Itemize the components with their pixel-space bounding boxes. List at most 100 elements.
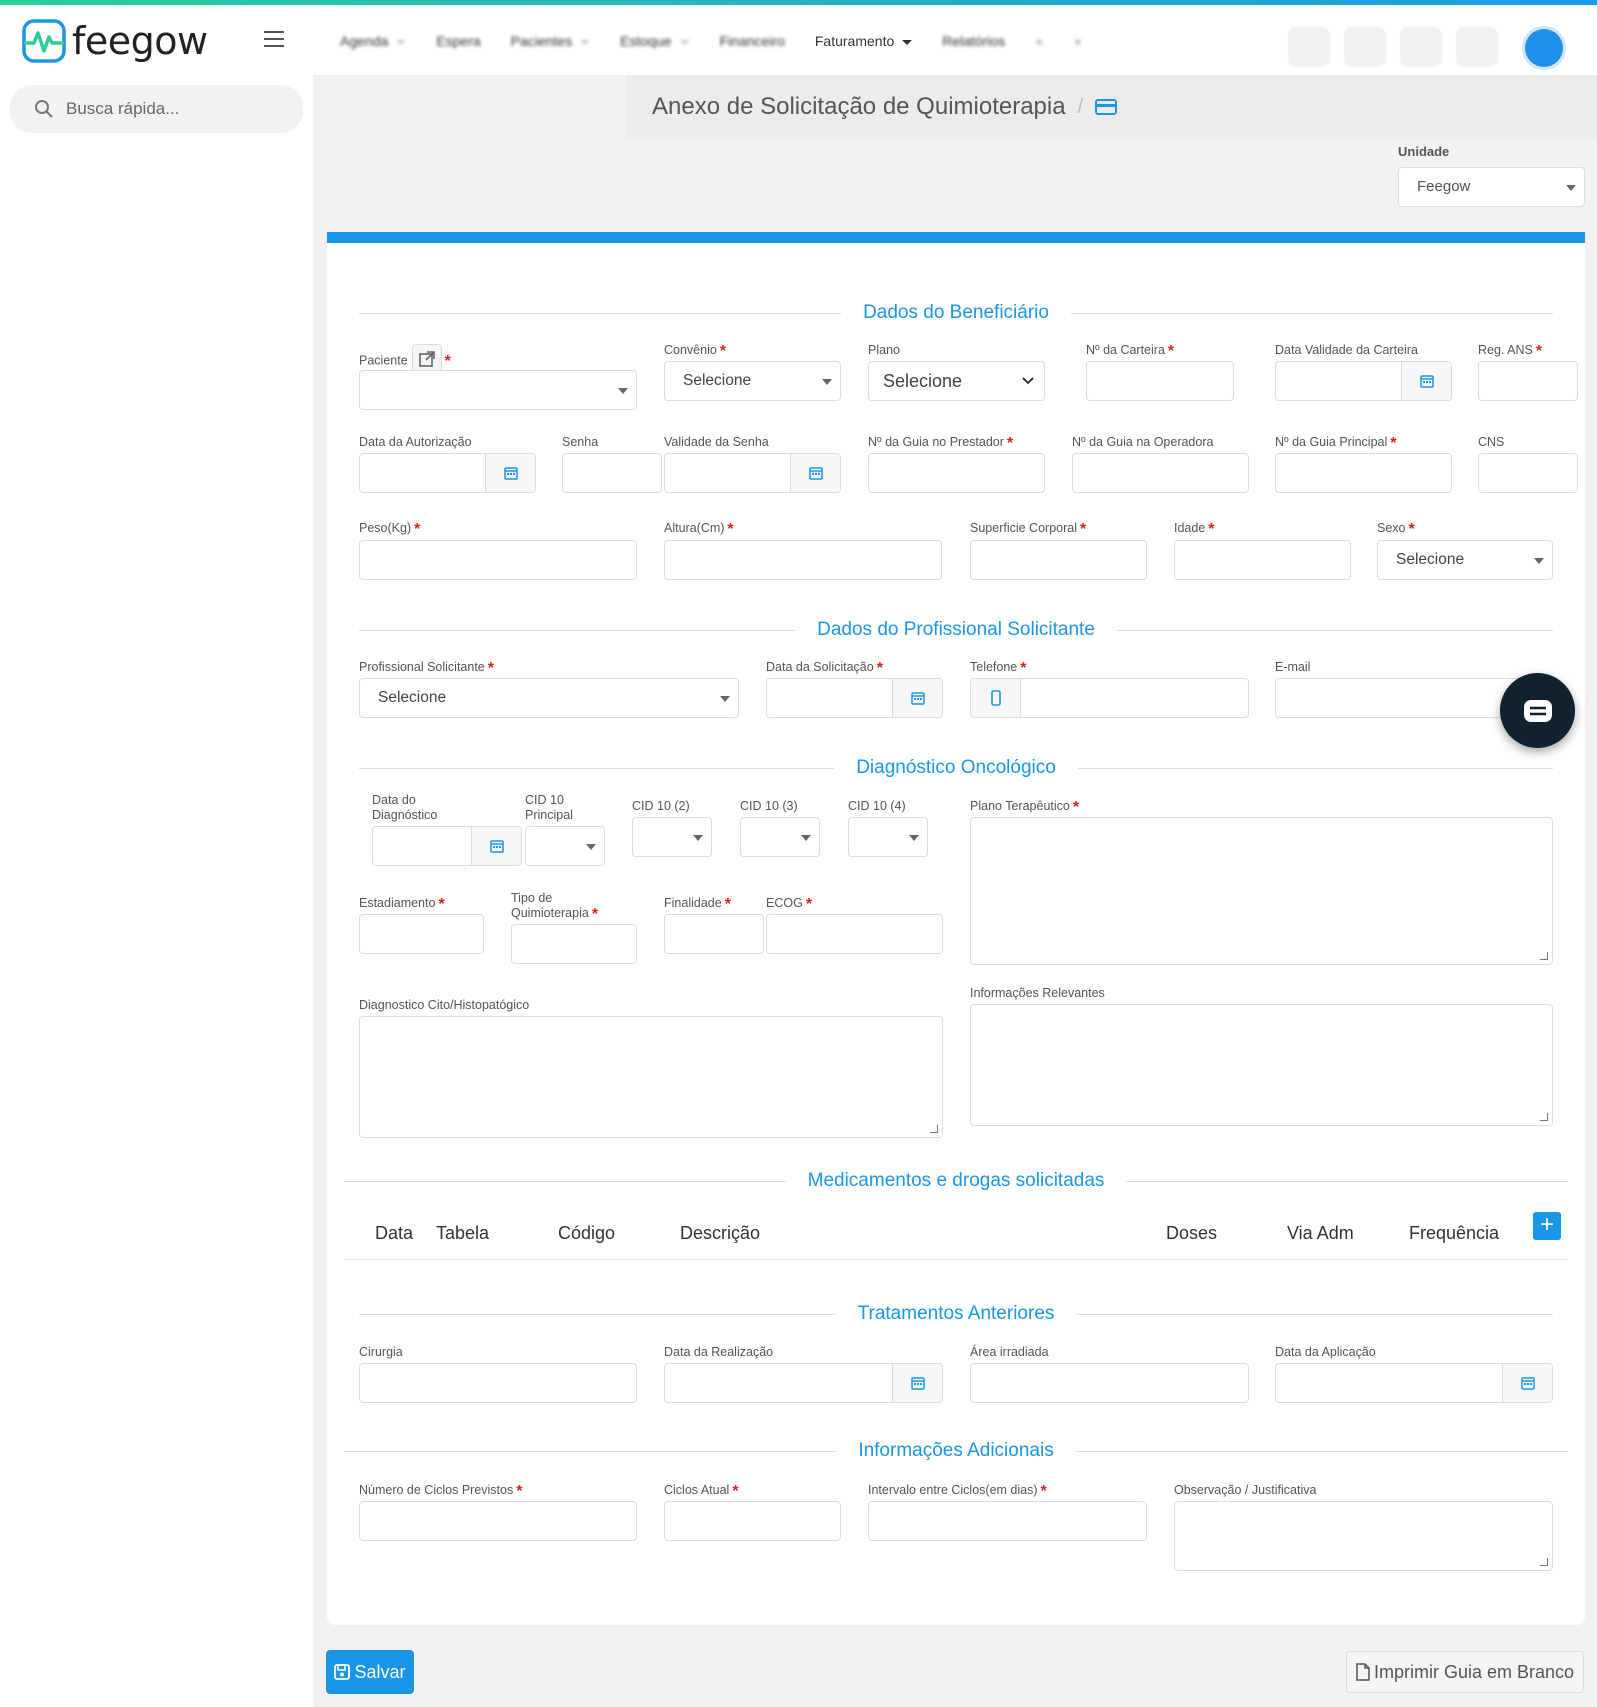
paciente-select[interactable] <box>359 370 637 410</box>
label-tipo-quimio: Tipo de Quimioterapia * <box>511 891 599 923</box>
credit-card-icon <box>1095 99 1118 115</box>
chevron-down-icon <box>618 388 628 394</box>
save-button[interactable]: Salvar <box>326 1650 414 1694</box>
label-validade-senha: Validade da Senha <box>664 435 769 449</box>
nav-item-financeiro[interactable]: Financeiro <box>720 33 785 49</box>
chevron-down-icon <box>1534 558 1544 564</box>
idade-input[interactable] <box>1174 540 1351 580</box>
cns-input[interactable] <box>1478 453 1578 493</box>
carteira-input[interactable] <box>1086 361 1234 401</box>
label-data-realizacao: Data da Realização <box>664 1345 774 1359</box>
top-action-icons <box>1288 27 1498 67</box>
diag-cito-textarea[interactable] <box>359 1016 943 1138</box>
label-data-aplicacao: Data da Aplicação <box>1275 1345 1376 1359</box>
altura-input[interactable] <box>664 540 942 580</box>
nav-item-pacientes[interactable]: Pacientes <box>511 33 591 49</box>
add-medication-button[interactable]: + <box>1533 1212 1561 1240</box>
section-beneficiario: Dados do Beneficiário <box>359 301 1554 325</box>
bell-icon[interactable] <box>1400 27 1442 67</box>
nav-dot-icon[interactable]: ● <box>1074 33 1082 49</box>
sexo-select[interactable]: Selecione <box>1377 540 1553 580</box>
data-aplicacao-input[interactable] <box>1275 1363 1553 1403</box>
label-finalidade: Finalidade * <box>664 896 731 913</box>
nav-dot-icon[interactable]: ● <box>1035 33 1043 49</box>
label-observacao: Observação / Justificativa <box>1174 1483 1317 1497</box>
calendar-icon[interactable] <box>471 827 521 865</box>
calendar-icon[interactable] <box>1401 362 1451 400</box>
floppy-disk-icon <box>334 1664 351 1680</box>
nav-item-faturamento[interactable]: Faturamento <box>815 33 913 49</box>
finalidade-input[interactable] <box>664 914 764 954</box>
intervalo-input[interactable] <box>868 1501 1147 1541</box>
cid4-select[interactable] <box>848 817 928 857</box>
area-irradiada-input[interactable] <box>970 1363 1249 1403</box>
data-realizacao-input[interactable] <box>664 1363 943 1403</box>
label-plano: Plano <box>868 343 900 357</box>
reg-ans-input[interactable] <box>1478 361 1578 401</box>
convenio-select[interactable]: Selecione <box>664 361 841 401</box>
col-frequencia: Frequência <box>1409 1223 1500 1243</box>
cid2-select[interactable] <box>632 817 712 857</box>
menu-toggle-icon[interactable] <box>264 31 284 49</box>
label-superficie: Superficie Corporal * <box>970 521 1087 538</box>
peso-input[interactable] <box>359 540 637 580</box>
calendar-icon[interactable] <box>485 454 535 492</box>
profissional-select[interactable]: Selecione <box>359 678 739 718</box>
nav-item-espera[interactable]: Espera <box>436 33 480 49</box>
plano-terapeutico-textarea[interactable] <box>970 817 1553 965</box>
cid-principal-select[interactable] <box>525 826 605 866</box>
plano-select[interactable]: Selecione <box>868 361 1045 401</box>
tipo-quimio-input[interactable] <box>511 924 637 964</box>
print-blank-guide-button[interactable]: Imprimir Guia em Branco <box>1346 1651 1584 1693</box>
col-tabela: Tabela <box>436 1223 490 1243</box>
calendar-icon[interactable] <box>892 1364 942 1402</box>
info-relevantes-textarea[interactable] <box>970 1004 1553 1126</box>
ciclos-previstos-input[interactable] <box>359 1501 637 1541</box>
avatar[interactable] <box>1525 29 1563 67</box>
nav-item-estoque[interactable]: Estoque <box>620 33 690 49</box>
data-autorizacao-input[interactable] <box>359 453 536 493</box>
ecog-input[interactable] <box>766 914 943 954</box>
file-icon <box>1356 1663 1370 1681</box>
list-icon[interactable] <box>1344 27 1386 67</box>
chevron-down-icon <box>909 835 919 841</box>
nav-item-relatorios[interactable]: Relatórios <box>942 33 1005 49</box>
data-solicitacao-input[interactable] <box>766 678 943 718</box>
validade-carteira-input[interactable] <box>1275 361 1452 401</box>
chat-widget-button[interactable] <box>1500 673 1575 748</box>
label-area-irradiada: Área irradiada <box>970 1345 1049 1359</box>
data-diagnostico-input[interactable] <box>372 826 522 866</box>
calendar-icon[interactable] <box>892 679 942 717</box>
calendar-icon[interactable] <box>1502 1364 1552 1402</box>
chevron-down-icon <box>801 835 811 841</box>
chat-icon[interactable] <box>1456 27 1498 67</box>
car-icon[interactable] <box>1288 27 1330 67</box>
observacao-textarea[interactable] <box>1174 1501 1553 1571</box>
label-altura: Altura(Cm) * <box>664 521 734 538</box>
ciclos-atual-input[interactable] <box>664 1501 841 1541</box>
label-ciclos-previstos: Número de Ciclos Previstos * <box>359 1483 523 1500</box>
search-input[interactable]: Busca rápida... <box>10 85 303 133</box>
label-estadiamento: Estadiamento * <box>359 896 445 913</box>
nav-item-agenda[interactable]: Agenda <box>340 33 407 49</box>
search-icon <box>35 100 53 118</box>
calendar-icon[interactable] <box>790 454 840 492</box>
validade-senha-input[interactable] <box>664 453 841 493</box>
cid3-select[interactable] <box>740 817 820 857</box>
section-diagnostico: Diagnóstico Oncológico <box>359 756 1553 780</box>
superficie-input[interactable] <box>970 540 1147 580</box>
guia-principal-input[interactable] <box>1275 453 1452 493</box>
label-reg-ans: Reg. ANS * <box>1478 343 1543 360</box>
guia-prestador-input[interactable] <box>868 453 1045 493</box>
unit-label: Unidade <box>1398 144 1450 159</box>
cirurgia-input[interactable] <box>359 1363 637 1403</box>
guia-operadora-input[interactable] <box>1072 453 1249 493</box>
label-email: E-mail <box>1275 660 1311 674</box>
col-doses: Doses <box>1166 1223 1218 1243</box>
unit-select[interactable]: Feegow <box>1398 167 1585 207</box>
senha-input[interactable] <box>562 453 662 493</box>
logo[interactable]: feegow <box>22 19 208 63</box>
estadiamento-input[interactable] <box>359 914 484 954</box>
label-carteira: Nº da Carteira * <box>1086 343 1175 360</box>
telefone-input[interactable] <box>970 678 1249 718</box>
